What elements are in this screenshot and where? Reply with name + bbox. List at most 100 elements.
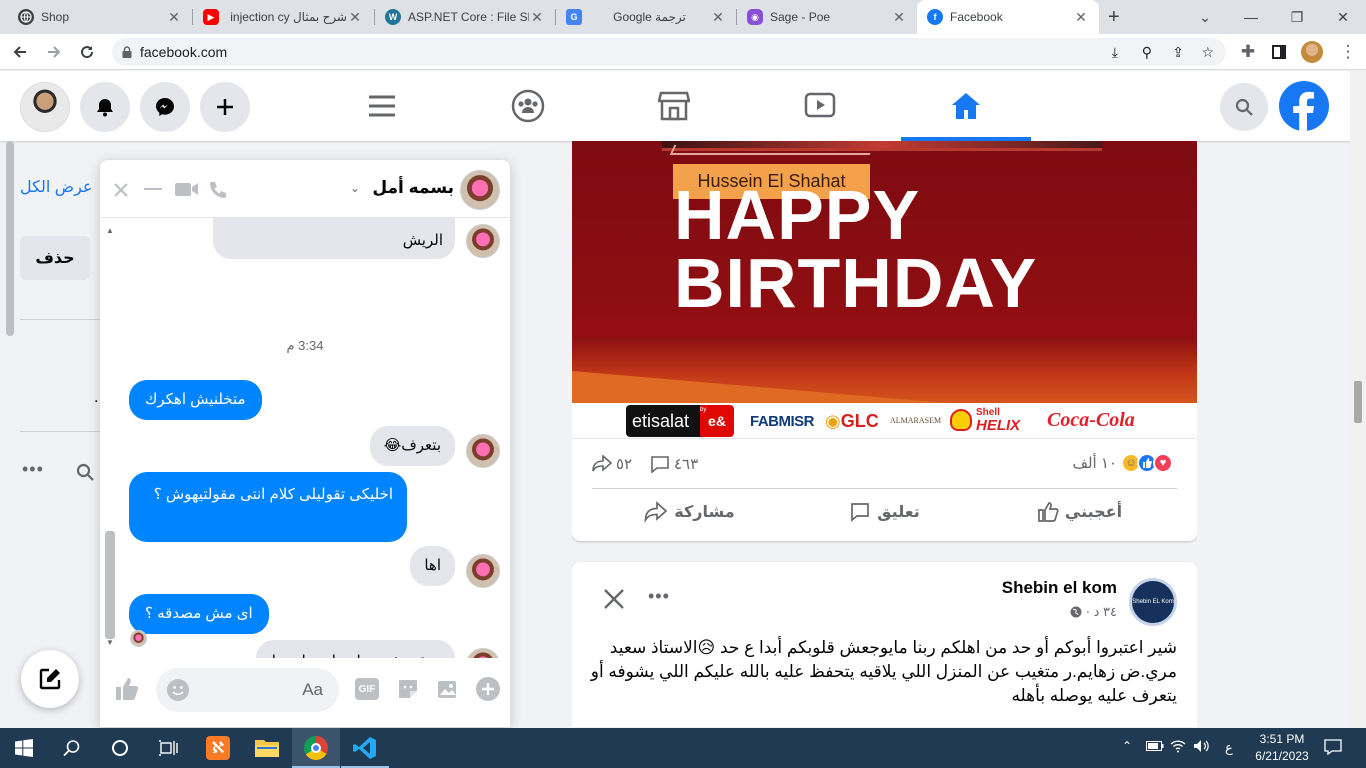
forward-icon[interactable] xyxy=(40,38,68,66)
bookmark-star-icon[interactable]: ☆ xyxy=(1201,44,1214,61)
delete-button[interactable]: حذف xyxy=(20,236,90,280)
vscode-icon[interactable] xyxy=(341,728,389,768)
page-scrollbar[interactable] xyxy=(1350,71,1366,728)
new-tab-plus-icon[interactable]: + xyxy=(1108,6,1120,29)
create-menu-button[interactable] xyxy=(200,82,250,132)
attach-photo-icon[interactable] xyxy=(436,677,460,701)
tab-close-icon[interactable]: ✕ xyxy=(891,9,907,26)
message-incoming[interactable]: بتعرف😂 xyxy=(369,426,455,466)
comment-button[interactable]: تعليق xyxy=(787,490,982,534)
message-outgoing[interactable]: اخليكى تقوليلى كلام انتى مقولتيهوش ؟ xyxy=(129,472,407,542)
more-actions-plus-icon[interactable] xyxy=(476,677,500,701)
nav-marketplace[interactable] xyxy=(609,71,739,141)
tab-google-translate[interactable]: G Google ترجمة ✕ xyxy=(556,0,736,34)
tab-aspnet[interactable]: W ASP.NET Core : File Sh ✕ xyxy=(375,0,555,34)
windows-start-icon[interactable] xyxy=(0,728,48,768)
new-message-button[interactable] xyxy=(21,650,79,708)
more-options-icon[interactable]: ••• xyxy=(22,459,44,480)
task-view-icon[interactable] xyxy=(144,728,192,768)
nav-menu[interactable] xyxy=(317,71,447,141)
like-button[interactable]: أعجبني xyxy=(982,490,1177,534)
chat-header: ⌄ بسمه أمل xyxy=(100,160,510,218)
back-icon[interactable] xyxy=(6,38,34,66)
birthday-banner-image[interactable]: Hussein El Shahat HAPPY BIRTHDAY xyxy=(572,141,1197,403)
message-input[interactable]: Aa xyxy=(156,668,339,712)
share-button[interactable]: مشاركة xyxy=(592,490,787,534)
share-arrow-icon xyxy=(644,501,668,523)
battery-icon[interactable] xyxy=(1146,740,1164,752)
tab-youtube[interactable]: ▶ شرح بمثال injection cy ✕ xyxy=(193,0,373,34)
minimize-icon[interactable]: — xyxy=(1228,0,1274,34)
see-all-link[interactable]: عرض الكل xyxy=(20,177,92,197)
volume-icon[interactable] xyxy=(1193,739,1209,753)
tab-close-icon[interactable]: ✕ xyxy=(347,9,363,26)
facebook-logo-icon[interactable] xyxy=(1279,81,1329,131)
close-chat-icon[interactable] xyxy=(108,179,134,201)
install-app-icon[interactable]: ⤓ xyxy=(1112,44,1118,61)
extensions-icon[interactable]: ✚ xyxy=(1234,38,1262,66)
gif-icon[interactable]: GIF xyxy=(355,678,379,700)
xampp-icon[interactable]: ℵ xyxy=(194,728,242,768)
chat-contact-name[interactable]: بسمه أمل xyxy=(372,178,454,198)
message-outgoing[interactable]: اى مش مصدقه ؟ xyxy=(129,594,269,634)
post-time[interactable]: ٣٤ د · xyxy=(1086,604,1117,620)
message-incoming[interactable]: ... الريش xyxy=(213,218,455,259)
window-close-icon[interactable]: ✕ xyxy=(1320,0,1366,34)
page-avatar[interactable]: Shebin EL Kom xyxy=(1129,578,1177,626)
chrome-menu-icon[interactable]: ⋮ xyxy=(1334,38,1362,66)
sticker-icon[interactable] xyxy=(396,677,420,701)
profile-avatar[interactable] xyxy=(20,82,70,132)
message-timestamp: 3:34 م xyxy=(286,338,324,353)
message-incoming[interactable]: اها xyxy=(410,546,455,586)
tab-facebook[interactable]: f Facebook ✕ xyxy=(917,0,1099,34)
video-call-icon[interactable] xyxy=(175,181,199,197)
show-hidden-icons-icon[interactable]: ⌃ xyxy=(1122,739,1132,753)
chrome-taskbar-icon[interactable] xyxy=(292,728,340,768)
tab-poe[interactable]: ◉ Sage - Poe ✕ xyxy=(737,0,917,34)
zoom-icon[interactable]: ⚲ xyxy=(1142,44,1152,61)
hide-post-icon[interactable] xyxy=(603,588,625,610)
contacts-search-icon[interactable] xyxy=(76,463,94,481)
nav-groups[interactable] xyxy=(463,71,593,141)
tab-close-icon[interactable]: ✕ xyxy=(166,9,182,26)
notifications-button[interactable] xyxy=(80,82,130,132)
reactions-summary[interactable]: ١٠ ألف ☺ ♥ xyxy=(1072,453,1173,473)
emoji-icon[interactable] xyxy=(166,678,190,702)
message-outgoing[interactable]: متخلنيش اهكرك xyxy=(129,380,262,420)
comments-count[interactable]: ٤٦٣ xyxy=(650,455,698,473)
address-bar[interactable]: facebook.com ⤓ ⚲ ⇪ ☆ xyxy=(112,38,1226,66)
shares-count[interactable]: ٥٢ xyxy=(592,455,632,473)
like-thumb-icon[interactable] xyxy=(114,676,140,702)
side-panel-icon[interactable] xyxy=(1265,38,1293,66)
message-incoming[interactable]: متقدرش تعمل حاجه يا هيما xyxy=(255,640,455,658)
messenger-button[interactable] xyxy=(140,82,190,132)
file-explorer-icon[interactable] xyxy=(243,728,291,768)
cortana-icon[interactable] xyxy=(96,728,144,768)
contact-avatar[interactable] xyxy=(460,170,500,210)
tab-close-icon[interactable]: ✕ xyxy=(1073,9,1089,26)
page-name[interactable]: Shebin el kom xyxy=(1002,578,1117,598)
reload-icon[interactable] xyxy=(73,38,101,66)
taskbar-search-icon[interactable] xyxy=(48,728,96,768)
tab-search-chevron-icon[interactable]: ⌄ xyxy=(1182,0,1228,34)
tab-close-icon[interactable]: ✕ xyxy=(710,9,726,26)
poe-icon: ◉ xyxy=(747,9,763,25)
chat-options-chevron-icon[interactable]: ⌄ xyxy=(350,181,360,195)
profile-avatar-icon[interactable] xyxy=(1298,38,1326,66)
scrollbar-thumb[interactable] xyxy=(1354,381,1362,423)
nav-home[interactable] xyxy=(901,71,1031,141)
input-language[interactable]: ع xyxy=(1225,740,1233,756)
minimize-chat-icon[interactable] xyxy=(144,188,162,190)
tab-close-icon[interactable]: ✕ xyxy=(529,9,545,26)
wifi-icon[interactable] xyxy=(1170,739,1186,753)
system-clock[interactable]: 3:51 PM 6/21/2023 xyxy=(1248,731,1316,765)
nav-watch[interactable] xyxy=(755,71,885,141)
post-options-icon[interactable]: ••• xyxy=(648,586,670,607)
search-button[interactable] xyxy=(1220,83,1268,131)
restore-icon[interactable]: ❐ xyxy=(1274,0,1320,34)
notification-center-icon[interactable] xyxy=(1324,739,1342,755)
share-icon[interactable]: ⇪ xyxy=(1172,44,1184,61)
voice-call-icon[interactable] xyxy=(208,180,228,200)
tab-shop[interactable]: Shop ✕ xyxy=(8,0,192,34)
left-scrollbar-thumb[interactable] xyxy=(6,141,14,336)
